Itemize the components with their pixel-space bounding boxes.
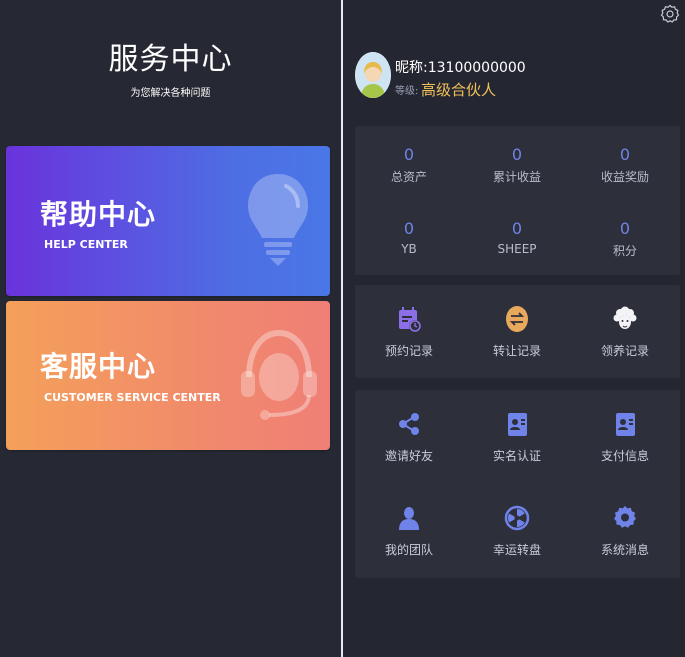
user-avatar-icon — [355, 52, 391, 98]
real-name-auth-button[interactable]: 实名认证 — [463, 410, 571, 464]
stat-label: 总资产 — [390, 170, 427, 184]
level-value: 高级合伙人 — [421, 81, 497, 99]
calendar-icon — [399, 307, 421, 332]
stat-value: 0 — [619, 145, 631, 164]
gear-icon — [614, 506, 636, 528]
level-label: 等级: — [395, 86, 419, 97]
stat-label: 累计收益 — [492, 170, 541, 184]
item-label: 转让记录 — [492, 344, 541, 358]
page-subtitle: 为您解决各种问题 — [130, 88, 211, 99]
item-label: 邀请好友 — [384, 449, 433, 463]
transfer-icon — [506, 306, 528, 332]
item-label: 支付信息 — [600, 449, 649, 463]
stat-income-reward[interactable]: 0 收益奖励 — [571, 145, 679, 185]
stat-label: SHEEP — [497, 242, 537, 256]
share-icon — [399, 413, 419, 435]
stat-value: 0 — [511, 219, 523, 238]
stat-value: 0 — [403, 145, 415, 164]
help-center-card[interactable]: 帮助中心 HELP CENTER — [6, 146, 330, 296]
item-label: 我的团队 — [384, 543, 433, 557]
avatar[interactable] — [355, 52, 391, 98]
sheep-icon — [613, 306, 637, 329]
booking-records-button[interactable]: 预约记录 — [355, 305, 463, 359]
stat-yb[interactable]: 0 YB — [355, 219, 463, 256]
lucky-wheel-button[interactable]: 幸运转盘 — [463, 504, 571, 558]
adoption-records-button[interactable]: 领养记录 — [571, 305, 679, 359]
customer-service-subtitle: CUSTOMER SERVICE CENTER — [44, 391, 221, 404]
stat-value: 0 — [511, 145, 523, 164]
stat-accumulated-income[interactable]: 0 累计收益 — [463, 145, 571, 185]
tools-box: 邀请好友 实名认证 支付信息 我的团队 幸运转盘 系统消息 — [355, 390, 680, 578]
nickname: 昵称:13100000000 — [395, 60, 526, 76]
invite-friends-button[interactable]: 邀请好友 — [355, 410, 463, 464]
stat-value: 0 — [619, 219, 631, 238]
customer-service-title: 客服中心 — [40, 350, 157, 383]
help-center-subtitle: HELP CENTER — [44, 238, 128, 251]
page-title: 服务中心 — [108, 42, 233, 77]
id-card-icon — [508, 413, 527, 436]
stat-label: 积分 — [612, 244, 637, 258]
help-center-title: 帮助中心 — [40, 198, 157, 231]
team-icon — [399, 507, 419, 530]
lightbulb-icon — [248, 174, 308, 266]
system-messages-button[interactable]: 系统消息 — [571, 504, 679, 558]
asset-stats-box: 0 总资产 0 累计收益 0 收益奖励 0 YB 0 SHEEP 0 积分 — [355, 126, 680, 275]
user-center-panel: 昵称:13100000000 等级: 高级合伙人 0 总资产 0 累计收益 0 … — [343, 0, 685, 657]
payment-info-button[interactable]: 支付信息 — [571, 410, 679, 464]
transfer-records-button[interactable]: 转让记录 — [463, 305, 571, 359]
id-card-icon — [616, 413, 635, 436]
stat-label: 收益奖励 — [600, 170, 649, 184]
stat-label: YB — [401, 242, 417, 256]
stat-points[interactable]: 0 积分 — [571, 219, 679, 259]
stat-sheep[interactable]: 0 SHEEP — [463, 219, 571, 256]
records-box: 预约记录 转让记录 领养记录 — [355, 285, 680, 378]
item-label: 幸运转盘 — [492, 543, 541, 557]
service-center-panel: 服务中心 为您解决各种问题 帮助中心 HELP CENTER 客服中心 CUST… — [0, 0, 341, 657]
stat-value: 0 — [403, 219, 415, 238]
wheel-icon — [504, 505, 530, 531]
item-label: 领养记录 — [600, 344, 649, 358]
my-team-button[interactable]: 我的团队 — [355, 504, 463, 558]
customer-service-card[interactable]: 客服中心 CUSTOMER SERVICE CENTER — [6, 301, 330, 450]
item-label: 实名认证 — [492, 449, 541, 463]
headset-icon — [241, 329, 317, 420]
settings-gear-icon[interactable] — [660, 4, 680, 24]
stat-total-assets[interactable]: 0 总资产 — [355, 145, 463, 185]
item-label: 系统消息 — [600, 543, 649, 557]
item-label: 预约记录 — [384, 344, 433, 358]
